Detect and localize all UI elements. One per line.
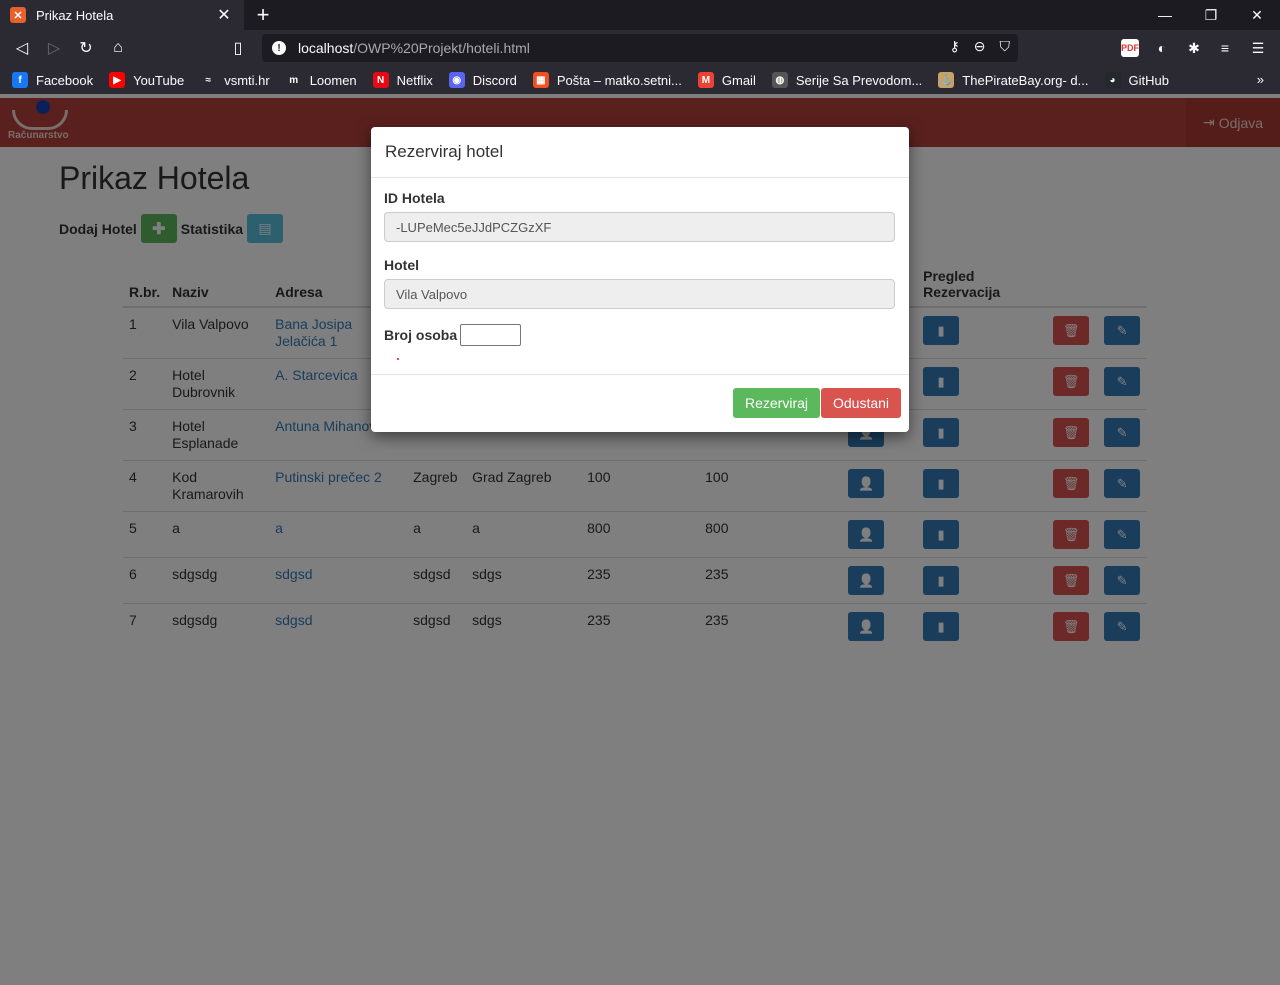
url-path: /OWP%20Projekt/hoteli.html — [353, 40, 530, 56]
bookmark-label: Gmail — [721, 72, 756, 88]
info-icon[interactable]: ! — [272, 41, 286, 55]
window-close-icon[interactable]: ✕ — [1234, 0, 1280, 30]
bookmark-label: ThePirateBay.org- d... — [962, 72, 1089, 88]
key-icon[interactable]: ⚷ — [950, 38, 960, 55]
modal-body: ID Hotela -LUPeMec5eJJdPCZGzXF Hotel Vil… — [371, 178, 909, 358]
puzzle-icon[interactable]: ✱ — [1185, 39, 1203, 57]
globe-icon: ◍ — [771, 72, 788, 88]
bookmark-item[interactable]: ≈ vsmti.hr — [200, 72, 270, 88]
brave-shield-icon[interactable]: ⛉ — [1000, 38, 1011, 55]
extension-circle-icon[interactable]: ◐ — [1153, 39, 1171, 57]
bookmark-item[interactable]: f Facebook — [12, 72, 93, 88]
restore-icon[interactable]: ❐ — [1188, 0, 1234, 30]
forward-icon[interactable]: ▷ — [42, 36, 66, 60]
validation-dot — [397, 358, 399, 360]
persons-row: Broj osoba — [384, 324, 896, 346]
reserve-hotel-modal: Rezerviraj hotel ID Hotela -LUPeMec5eJJd… — [371, 127, 909, 432]
bookmarks-overflow-icon[interactable]: » — [1257, 72, 1264, 87]
bookmark-label: Netflix — [396, 72, 433, 88]
minimize-icon[interactable]: — — [1142, 0, 1188, 30]
xampp-icon: ✕ — [10, 7, 26, 23]
persons-label: Broj osoba — [384, 327, 458, 343]
tab-title: Prikaz Hotela — [36, 7, 114, 23]
bookmark-item[interactable]: ⚓ ThePirateBay.org- d... — [938, 72, 1089, 88]
browser-tab-bar: ✕ Prikaz Hotela ✕ + — ❐ ✕ — [0, 0, 1280, 30]
modal-title: Rezerviraj hotel — [371, 127, 909, 178]
bookmark-label: Pošta – matko.setni... — [556, 72, 682, 88]
bookmark-item[interactable]: ◕ GitHub — [1104, 72, 1169, 88]
url-tools: ⚷ ⊖ ⛉ — [950, 38, 1011, 55]
bookmark-item[interactable]: ▦ Pošta – matko.setni... — [532, 72, 682, 88]
url-bar[interactable]: ! localhost/OWP%20Projekt/hoteli.html ⚷ … — [262, 34, 1018, 62]
bookmark-label: Serije Sa Prevodom... — [795, 72, 923, 88]
bookmark-label: Discord — [472, 72, 517, 88]
discord-icon: ◉ — [448, 72, 465, 88]
loomen-icon: m — [285, 72, 302, 88]
github-icon: ◕ — [1104, 72, 1121, 88]
pdf-extension-icon[interactable]: PDF — [1121, 39, 1139, 57]
cancel-button[interactable]: Odustani — [821, 388, 902, 418]
bookmark-item[interactable]: ◉ Discord — [448, 72, 517, 88]
bookmark-icon[interactable]: ▯ — [226, 36, 250, 60]
bookmark-label: Facebook — [36, 72, 94, 88]
persons-input[interactable] — [460, 324, 522, 346]
bookmark-item[interactable]: ▶ YouTube — [109, 72, 184, 88]
bookmark-item[interactable]: ◍ Serije Sa Prevodom... — [771, 72, 923, 88]
zoom-icon[interactable]: ⊖ — [974, 38, 986, 55]
bookmarks-bar: f Facebook ▶ YouTube ≈ vsmti.hr m Loomen N Netfli… — [0, 66, 1280, 94]
bookmark-item[interactable]: m Loomen — [285, 72, 357, 88]
tab-close-icon[interactable]: ✕ — [214, 5, 234, 25]
reload-icon[interactable]: ↻ — [74, 36, 98, 60]
piratebay-icon: ⚓ — [938, 72, 955, 88]
menu-icon[interactable]: ☰ — [1249, 39, 1267, 57]
playlist-icon[interactable]: ≡ — [1216, 39, 1234, 57]
reserve-submit-button[interactable]: Rezerviraj — [733, 388, 821, 418]
bookmark-item[interactable]: N Netflix — [372, 72, 433, 88]
microsoft-icon: ▦ — [532, 72, 549, 88]
back-icon[interactable]: ◁ — [10, 36, 34, 60]
hotel-id-label: ID Hotela — [384, 190, 445, 206]
bookmark-label: YouTube — [133, 72, 185, 88]
hotel-name-label: Hotel — [384, 257, 419, 273]
browser-tab[interactable]: ✕ Prikaz Hotela ✕ — [0, 0, 244, 30]
bookmark-label: vsmti.hr — [224, 72, 270, 88]
url-host: localhost — [298, 40, 354, 56]
hotel-id-field[interactable]: -LUPeMec5eJJdPCZGzXF — [384, 212, 895, 242]
youtube-icon: ▶ — [109, 72, 126, 88]
home-icon[interactable]: ⌂ — [106, 36, 130, 60]
new-tab-icon[interactable]: + — [252, 3, 274, 27]
bookmark-item[interactable]: M Gmail — [697, 72, 756, 88]
vsmti-icon: ≈ — [200, 72, 217, 88]
bookmark-label: GitHub — [1128, 72, 1169, 88]
hotel-name-field[interactable]: Vila Valpovo — [384, 279, 895, 309]
facebook-icon: f — [12, 72, 28, 88]
netflix-icon: N — [372, 72, 389, 88]
modal-footer: Rezerviraj Odustani — [371, 374, 909, 432]
gmail-icon: M — [697, 72, 714, 88]
bookmark-label: Loomen — [309, 72, 357, 88]
